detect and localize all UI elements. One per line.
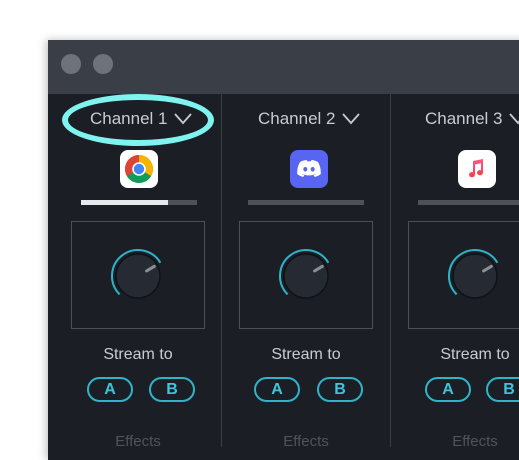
channel-3-knob-panel: [408, 221, 519, 329]
channel-2-bus-a-button[interactable]: A: [254, 377, 300, 402]
channel-1-volume-knob[interactable]: [109, 247, 167, 305]
channel-3-level-meter: [418, 200, 519, 205]
channel-3-volume-knob[interactable]: [446, 247, 504, 305]
channel-1-level-fill: [81, 200, 168, 205]
channel-1-name: Channel 1: [90, 109, 168, 128]
chevron-down-icon: [341, 113, 360, 125]
channel-3-selector[interactable]: Channel 3: [425, 108, 519, 130]
chevron-down-icon: [173, 113, 192, 125]
knob-body: [452, 253, 498, 299]
chevron-down-icon: [508, 113, 519, 125]
channel-divider: [221, 90, 222, 447]
channel-2-bus-b-button[interactable]: B: [317, 377, 363, 402]
channel-2-name: Channel 2: [258, 109, 336, 128]
channel-2-knob-panel: [239, 221, 373, 329]
channel-2-volume-knob[interactable]: [277, 247, 335, 305]
minimize-window-button[interactable]: [93, 54, 113, 74]
knob-body: [115, 253, 161, 299]
channel-1-bus-b-button[interactable]: B: [149, 377, 195, 402]
close-window-button[interactable]: [61, 54, 81, 74]
channel-3-name: Channel 3: [425, 109, 503, 128]
channel-3-stream-label: Stream to: [440, 346, 510, 363]
channel-1-effects-label[interactable]: Effects: [71, 433, 205, 450]
channel-2-stream-label: Stream to: [271, 346, 341, 363]
channel-divider: [390, 90, 391, 447]
channel-2-effects-label[interactable]: Effects: [239, 433, 373, 450]
channel-3-bus-a-button[interactable]: A: [425, 377, 471, 402]
channel-1-selector[interactable]: Channel 1: [90, 108, 192, 130]
channel-3-effects-label[interactable]: Effects: [408, 433, 519, 450]
knob-body: [283, 253, 329, 299]
music-icon: [458, 150, 496, 188]
channel-1-bus-a-button[interactable]: A: [87, 377, 133, 402]
channel-2-selector[interactable]: Channel 2: [258, 108, 360, 130]
chrome-icon: [120, 150, 158, 188]
window-titlebar: [48, 40, 519, 94]
channel-3-bus-b-button[interactable]: B: [486, 377, 519, 402]
channel-2-level-meter: [248, 200, 364, 205]
channel-1-level-meter: [81, 200, 197, 205]
channel-1-stream-label: Stream to: [103, 346, 173, 363]
channel-1-knob-panel: [71, 221, 205, 329]
discord-icon: [290, 150, 328, 188]
